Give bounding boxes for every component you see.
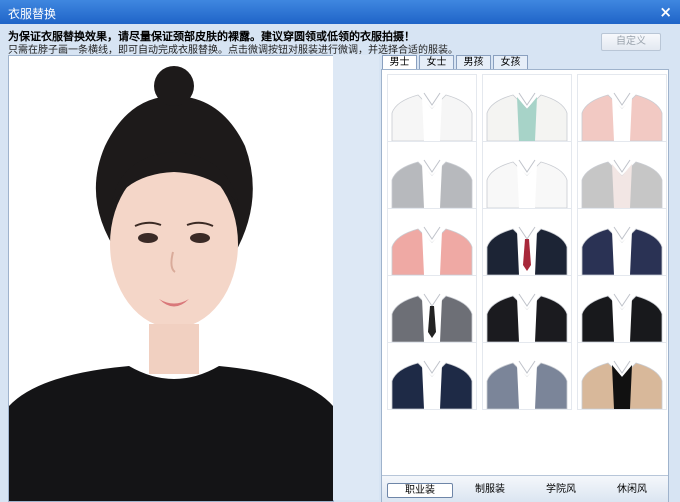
tab-girls[interactable]: 女孩 <box>493 55 528 69</box>
outfit-thumbnail[interactable] <box>482 74 572 142</box>
outfit-thumbnail[interactable] <box>387 141 477 209</box>
navy-pinstripe-suit-icon <box>581 226 663 275</box>
outfit-thumbnail[interactable] <box>387 275 477 343</box>
category-casual[interactable]: 休闲风 <box>600 483 664 496</box>
outfit-thumbnail[interactable] <box>577 141 667 209</box>
outfit-thumbnail[interactable] <box>387 342 477 410</box>
outfit-thumbnail[interactable] <box>577 275 667 343</box>
outfit-thumbnail[interactable] <box>577 342 667 410</box>
pink-blazer-icon <box>581 92 663 141</box>
category-professional[interactable]: 职业装 <box>387 483 453 498</box>
instruction-hint: 只需在脖子画一条横线，即可自动完成衣服替换。点击微调按钮对服装进行微调，并选择合… <box>8 45 458 56</box>
navy-suit-red-tie-icon <box>486 226 568 275</box>
close-icon[interactable]: × <box>659 3 672 21</box>
grey-suit-black-tie-icon <box>391 293 473 342</box>
tab-men[interactable]: 男士 <box>382 55 417 69</box>
black-suit-white-shirt-icon <box>581 293 663 342</box>
white-blouse-icon <box>486 159 568 208</box>
tab-boys[interactable]: 男孩 <box>456 55 491 69</box>
outfit-thumbnail[interactable] <box>577 74 667 142</box>
window-title: 衣服替换 <box>8 7 57 21</box>
category-uniform[interactable]: 制服装 <box>458 483 522 496</box>
beige-blazer-black-top-icon <box>581 360 663 409</box>
outfit-thumbnail[interactable] <box>387 208 477 276</box>
tab-women[interactable]: 女士 <box>419 55 454 69</box>
panel-divider <box>333 55 379 500</box>
white-blazer-mint-top-icon <box>486 92 568 141</box>
outfit-thumbnail[interactable] <box>577 208 667 276</box>
portrait-photo <box>9 56 333 501</box>
black-suit-white-trim-icon <box>486 293 568 342</box>
grey-jacket-bow-icon <box>581 159 663 208</box>
outfit-thumbnail[interactable] <box>482 275 572 343</box>
navy-suit-white-shirt-icon <box>391 360 473 409</box>
outfit-gallery: 职业装 制服装 学院风 休闲风 <box>381 69 669 502</box>
grey-blue-blazer-icon <box>486 360 568 409</box>
outfit-thumbnail[interactable] <box>482 342 572 410</box>
category-college[interactable]: 学院风 <box>529 483 593 496</box>
photo-preview[interactable] <box>8 55 334 502</box>
grey-vest-icon <box>391 159 473 208</box>
white-shirt-icon <box>391 92 473 141</box>
custom-button[interactable]: 自定义 <box>601 33 661 51</box>
outfit-thumbnail[interactable] <box>482 208 572 276</box>
category-bar: 职业装 制服装 学院风 休闲风 <box>382 475 668 502</box>
outfit-thumbnail[interactable] <box>482 141 572 209</box>
outfit-thumbnail[interactable] <box>387 74 477 142</box>
pink-blazer-white-icon <box>391 226 473 275</box>
title-bar: 衣服替换 × <box>0 0 680 24</box>
